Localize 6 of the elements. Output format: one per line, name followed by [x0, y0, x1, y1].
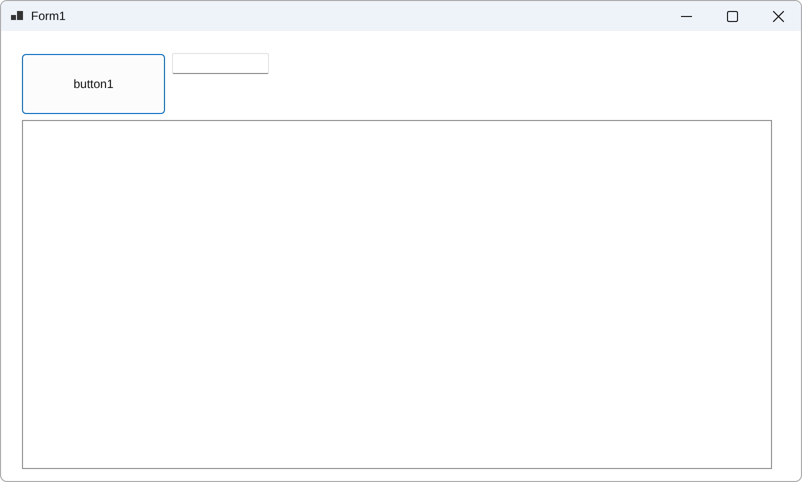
maximize-icon — [726, 10, 738, 22]
text-field[interactable] — [172, 53, 269, 74]
window-title: Form1 — [31, 9, 66, 23]
app-icon — [11, 11, 23, 21]
form-button[interactable]: button1 — [22, 54, 165, 114]
close-icon — [772, 10, 784, 22]
